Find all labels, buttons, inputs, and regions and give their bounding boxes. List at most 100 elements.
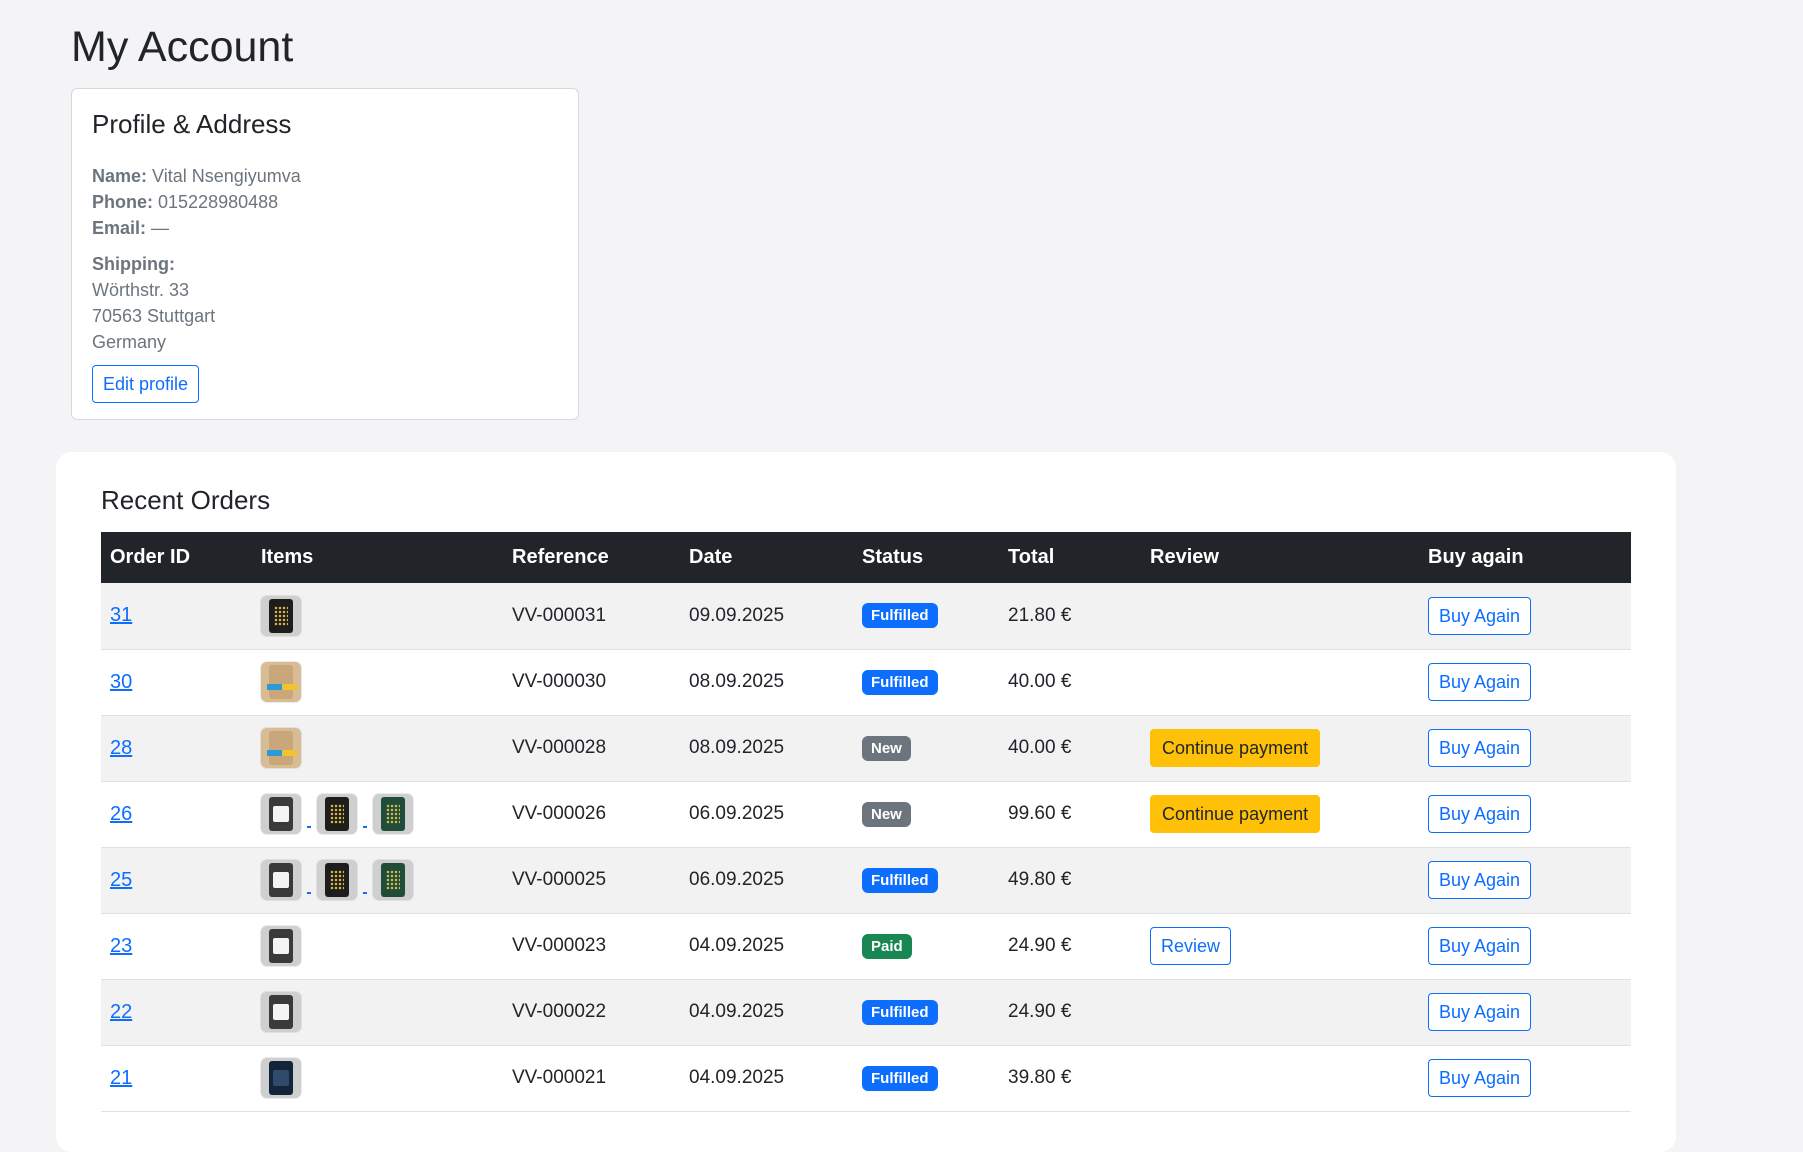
product-thumbnail[interactable] [373, 794, 413, 834]
cell-order-id: 31 [101, 583, 252, 650]
column-header-total: Total [999, 532, 1141, 583]
cell-buy-again: Buy Again [1419, 979, 1631, 1046]
cell-total: 49.80 € [999, 847, 1141, 914]
cell-reference: VV-000026 [503, 781, 680, 848]
status-badge: Fulfilled [862, 867, 938, 893]
buy-again-button[interactable]: Buy Again [1428, 663, 1532, 701]
buy-again-button[interactable]: Buy Again [1428, 795, 1532, 833]
cell-status: New [853, 781, 999, 848]
buy-again-button[interactable]: Buy Again [1428, 1059, 1532, 1097]
cell-total: 40.00 € [999, 649, 1141, 716]
cell-buy-again: Buy Again [1419, 847, 1631, 914]
buy-again-button[interactable]: Buy Again [1428, 596, 1532, 635]
product-thumbnail[interactable] [261, 992, 301, 1032]
cell-total: 99.60 € [999, 781, 1141, 848]
product-thumbnail[interactable] [317, 794, 357, 834]
cell-buy-again: Buy Again [1419, 1045, 1631, 1112]
product-thumbnail[interactable] [261, 860, 301, 900]
cell-review [1141, 979, 1419, 1046]
buy-again-button[interactable]: Buy Again [1428, 729, 1532, 767]
cell-status: Fulfilled [853, 1045, 999, 1112]
item-link-separator [307, 892, 311, 894]
status-badge: New [862, 735, 911, 761]
item-link-separator [363, 892, 367, 894]
review-button[interactable]: Review [1150, 927, 1232, 965]
column-header-order-id: Order ID [101, 532, 252, 583]
product-thumbnail[interactable] [373, 860, 413, 900]
cell-date: 08.09.2025 [680, 715, 853, 782]
shipping-street: Wörthstr. 33 [92, 280, 190, 300]
table-row: 21 VV-000021 04.09.2025 Fulfilled 39.80 € Buy… [101, 1045, 1631, 1112]
cell-total: 40.00 € [999, 715, 1141, 782]
shipping-country: Germany [92, 332, 167, 352]
cell-order-id: 30 [101, 649, 252, 716]
continue-payment-button[interactable]: Continue payment [1150, 729, 1321, 767]
order-id-link[interactable]: 22 [110, 1001, 132, 1023]
table-row: 25 VV-000025 06.09.2025 Fulfilled 49.80 € Buy… [101, 847, 1631, 914]
item-link-separator [307, 826, 311, 828]
cell-total: 21.80 € [999, 583, 1141, 650]
phone-value: 015228980488 [158, 192, 279, 212]
column-header-review: Review [1141, 532, 1419, 583]
cell-buy-again: Buy Again [1419, 649, 1631, 716]
buy-again-button[interactable]: Buy Again [1428, 993, 1532, 1031]
cell-buy-again: Buy Again [1419, 715, 1631, 782]
table-row: 26 VV-000026 06.09.2025 New 99.60 € Continue … [101, 781, 1631, 848]
table-row: 30 VV-000030 08.09.2025 Fulfilled 40.00 € Buy… [101, 649, 1631, 716]
order-id-link[interactable]: 26 [110, 803, 132, 825]
buy-again-button[interactable]: Buy Again [1428, 927, 1532, 965]
continue-payment-button[interactable]: Continue payment [1150, 795, 1321, 833]
cell-review [1141, 583, 1419, 650]
cell-date: 06.09.2025 [680, 781, 853, 848]
product-thumbnail[interactable] [317, 860, 357, 900]
shipping-label-row: Shipping: [92, 251, 558, 277]
order-id-link[interactable]: 28 [110, 737, 132, 759]
cell-date: 09.09.2025 [680, 583, 853, 650]
cell-order-id: 28 [101, 715, 252, 782]
profile-name-row: Name: Vital Nsengiyumva [92, 163, 558, 189]
profile-phone-row: Phone: 015228980488 [92, 189, 558, 215]
product-thumbnail[interactable] [261, 595, 301, 636]
product-thumbnail[interactable] [261, 728, 301, 768]
cell-status: Fulfilled [853, 583, 999, 650]
buy-again-button[interactable]: Buy Again [1428, 861, 1532, 899]
item-link-separator [363, 826, 367, 828]
order-id-link[interactable]: 30 [110, 671, 132, 693]
order-id-link[interactable]: 21 [110, 1067, 132, 1089]
order-id-link[interactable]: 23 [110, 935, 132, 957]
cell-date: 04.09.2025 [680, 979, 853, 1046]
order-id-link[interactable]: 25 [110, 869, 132, 891]
product-thumbnail[interactable] [261, 1058, 301, 1098]
cell-status: Paid [853, 913, 999, 980]
cell-reference: VV-000021 [503, 1045, 680, 1112]
profile-heading: Profile & Address [92, 109, 292, 139]
orders-table-body: 31 VV-000031 09.09.2025 Fulfilled 21.80 € Buy… [101, 583, 1631, 1112]
cell-items [252, 583, 503, 650]
product-thumbnail[interactable] [261, 926, 301, 966]
cell-status: Fulfilled [853, 649, 999, 716]
cell-order-id: 21 [101, 1045, 252, 1112]
cell-buy-again: Buy Again [1419, 781, 1631, 848]
product-thumbnail[interactable] [261, 794, 301, 834]
status-badge: Paid [862, 933, 912, 959]
cell-status: Fulfilled [853, 847, 999, 914]
cell-order-id: 25 [101, 847, 252, 914]
cell-reference: VV-000030 [503, 649, 680, 716]
table-row: 23 VV-000023 04.09.2025 Paid 24.90 € Review Bu… [101, 913, 1631, 980]
edit-profile-button[interactable]: Edit profile [92, 365, 200, 403]
column-header-status: Status [853, 532, 999, 583]
shipping-label: Shipping: [92, 254, 175, 274]
email-value: — [151, 218, 170, 238]
table-row: 22 VV-000022 04.09.2025 Fulfilled 24.90 € Buy… [101, 979, 1631, 1046]
name-value: Vital Nsengiyumva [152, 166, 301, 186]
cell-order-id: 22 [101, 979, 252, 1046]
status-badge: Fulfilled [862, 669, 938, 695]
order-id-link[interactable]: 31 [110, 604, 132, 626]
product-thumbnail[interactable] [261, 662, 301, 702]
cell-reference: VV-000023 [503, 913, 680, 980]
profile-email-row: Email: — [92, 215, 558, 241]
cell-items [252, 715, 503, 782]
recent-orders-heading: Recent Orders [101, 485, 271, 515]
column-header-items: Items [252, 532, 503, 583]
orders-table-header: Order ID Items Reference Date Status Tot… [101, 532, 1631, 583]
